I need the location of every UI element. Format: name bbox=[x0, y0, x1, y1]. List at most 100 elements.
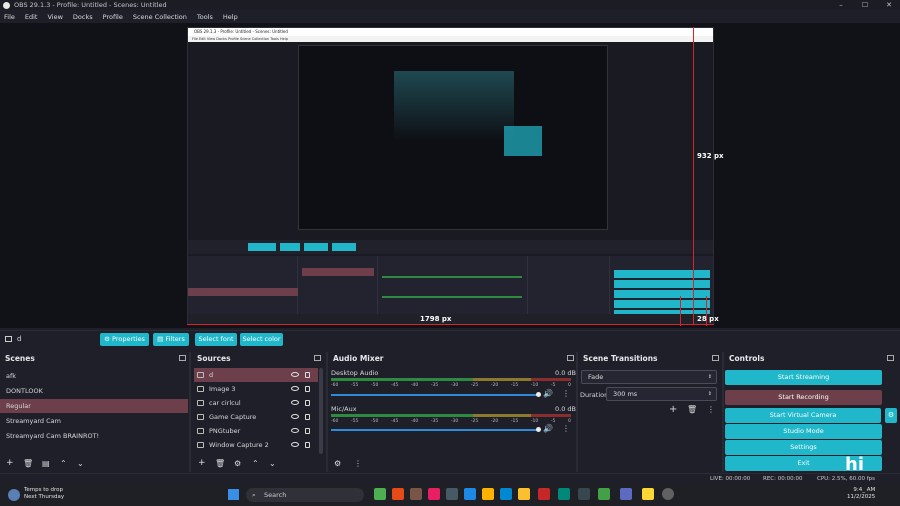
lock-icon[interactable] bbox=[305, 442, 310, 448]
taskbar-clock[interactable]: 9:4_ AM 11/2/2025 bbox=[847, 487, 875, 501]
move-source-down-icon[interactable]: ⌄ bbox=[269, 459, 276, 468]
minimize-button[interactable]: – bbox=[830, 0, 852, 10]
scenes-dock-float-icon[interactable] bbox=[179, 355, 186, 361]
virtual-camera-gear-icon[interactable]: ⚙ bbox=[885, 408, 897, 423]
taskbar-app-icon[interactable] bbox=[374, 488, 386, 500]
remove-transition-icon[interactable]: 🗑 bbox=[687, 405, 697, 414]
taskbar-app-icon[interactable] bbox=[558, 488, 570, 500]
menu-docks[interactable]: Docks bbox=[73, 11, 93, 23]
sources-dock-title: Sources bbox=[197, 354, 231, 363]
select-font-button[interactable]: Select font bbox=[195, 333, 237, 346]
obs-taskbar-icon[interactable] bbox=[662, 488, 674, 500]
move-scene-down-icon[interactable]: ⌄ bbox=[77, 459, 84, 468]
add-transition-button[interactable]: + bbox=[669, 404, 677, 415]
source-item[interactable]: Image 3 bbox=[194, 382, 318, 396]
mic-volume-slider[interactable] bbox=[331, 429, 538, 431]
transitions-dock-float-icon[interactable] bbox=[712, 355, 719, 361]
mic-audio-menu-icon[interactable]: ⋮ bbox=[562, 424, 570, 433]
menu-file[interactable]: File bbox=[4, 11, 15, 23]
windows-start-icon[interactable] bbox=[228, 489, 239, 500]
visibility-eye-icon[interactable] bbox=[291, 442, 299, 447]
sources-dock-float-icon[interactable] bbox=[314, 355, 321, 361]
lock-icon[interactable] bbox=[305, 400, 310, 406]
measure-label-width: 1798 px bbox=[420, 315, 452, 323]
source-item[interactable]: Game Capture bbox=[194, 410, 318, 424]
remove-scene-icon[interactable]: 🗑 bbox=[23, 459, 33, 468]
scene-item[interactable]: DONTLOOK bbox=[0, 384, 188, 398]
taskbar-search[interactable]: ⌕ Search bbox=[246, 488, 364, 502]
taskbar-app-icon[interactable] bbox=[538, 488, 550, 500]
menu-edit[interactable]: Edit bbox=[25, 11, 38, 23]
source-item-selected[interactable]: d bbox=[194, 368, 318, 382]
desktop-volume-knob[interactable] bbox=[536, 392, 541, 397]
close-button[interactable]: ✕ bbox=[878, 0, 900, 10]
menu-view[interactable]: View bbox=[47, 11, 62, 23]
move-source-up-icon[interactable]: ⌃ bbox=[252, 459, 259, 468]
studio-mode-button[interactable]: Studio Mode bbox=[725, 424, 882, 439]
move-scene-up-icon[interactable]: ⌃ bbox=[60, 459, 67, 468]
lock-icon[interactable] bbox=[305, 372, 310, 378]
taskbar-app-icon[interactable] bbox=[464, 488, 476, 500]
taskbar-app-icon[interactable] bbox=[446, 488, 458, 500]
lock-icon[interactable] bbox=[305, 386, 310, 392]
audio-dock-float-icon[interactable] bbox=[567, 355, 574, 361]
taskbar-app-icon[interactable] bbox=[598, 488, 610, 500]
taskbar-app-icon[interactable] bbox=[620, 488, 632, 500]
taskbar-app-icon[interactable] bbox=[428, 488, 440, 500]
weather-icon[interactable] bbox=[8, 489, 20, 501]
visibility-eye-icon[interactable] bbox=[291, 428, 299, 433]
menu-profile[interactable]: Profile bbox=[103, 11, 123, 23]
add-source-button[interactable]: + bbox=[198, 459, 206, 468]
taskbar-app-icon[interactable] bbox=[392, 488, 404, 500]
mic-meter-yellow bbox=[473, 414, 531, 417]
settings-button[interactable]: Settings bbox=[725, 440, 882, 455]
transition-properties-icon[interactable]: ⋮ bbox=[707, 405, 715, 414]
menu-scene-collection[interactable]: Scene Collection bbox=[133, 11, 187, 23]
remove-source-icon[interactable]: 🗑 bbox=[215, 459, 225, 468]
properties-button[interactable]: ⚙ Properties bbox=[100, 333, 149, 346]
advanced-audio-gear-icon[interactable]: ⚙ bbox=[334, 459, 341, 468]
desktop-volume-slider[interactable] bbox=[331, 394, 538, 396]
source-item[interactable]: car cirlcul bbox=[194, 396, 318, 410]
menu-tools[interactable]: Tools bbox=[197, 11, 213, 23]
audio-mixer-menu-icon[interactable]: ⋮ bbox=[354, 459, 362, 468]
add-scene-button[interactable]: + bbox=[6, 459, 14, 468]
source-item[interactable]: Window Capture 2 bbox=[194, 438, 318, 452]
desktop-audio-menu-icon[interactable]: ⋮ bbox=[562, 389, 570, 398]
transition-select[interactable]: Fade ⇕ bbox=[581, 370, 717, 384]
lock-icon[interactable] bbox=[305, 428, 310, 434]
taskbar-app-icon[interactable] bbox=[482, 488, 494, 500]
taskbar-app-icon[interactable] bbox=[410, 488, 422, 500]
taskbar-app-icon[interactable] bbox=[578, 488, 590, 500]
transition-value: Fade bbox=[588, 373, 604, 381]
maximize-button[interactable]: ☐ bbox=[854, 0, 876, 10]
visibility-eye-icon[interactable] bbox=[291, 386, 299, 391]
mic-speaker-icon[interactable]: 🔊 bbox=[543, 424, 553, 433]
source-properties-gear-icon[interactable]: ⚙ bbox=[234, 459, 241, 468]
desktop-speaker-icon[interactable]: 🔊 bbox=[543, 389, 553, 398]
taskbar-app-icon[interactable] bbox=[642, 488, 654, 500]
filters-button[interactable]: ▤ Filters bbox=[153, 333, 189, 346]
duration-input[interactable]: 300 ms ⇕ bbox=[606, 387, 717, 401]
source-item[interactable]: PNGtuber bbox=[194, 424, 318, 438]
scene-filters-icon[interactable]: ▤ bbox=[42, 459, 50, 468]
scene-item-selected[interactable]: Regular bbox=[0, 399, 188, 413]
taskbar-app-icon[interactable] bbox=[518, 488, 530, 500]
controls-dock-float-icon[interactable] bbox=[887, 355, 894, 361]
scene-item[interactable]: Streamyard Cam BRAINROT! bbox=[0, 429, 188, 443]
menu-help[interactable]: Help bbox=[223, 11, 238, 23]
taskbar-app-icon[interactable] bbox=[500, 488, 512, 500]
select-color-button[interactable]: Select color bbox=[240, 333, 283, 346]
visibility-eye-icon[interactable] bbox=[291, 414, 299, 419]
visibility-eye-icon[interactable] bbox=[291, 400, 299, 405]
start-recording-button[interactable]: Start Recording bbox=[725, 390, 882, 405]
start-streaming-button[interactable]: Start Streaming bbox=[725, 370, 882, 385]
scene-item[interactable]: afk bbox=[0, 369, 188, 383]
visibility-eye-icon[interactable] bbox=[291, 372, 299, 377]
start-virtual-camera-button[interactable]: Start Virtual Camera bbox=[725, 408, 881, 423]
lock-icon[interactable] bbox=[305, 414, 310, 420]
sources-scrollbar[interactable] bbox=[319, 368, 323, 454]
mic-volume-knob[interactable] bbox=[536, 427, 541, 432]
scene-item[interactable]: Streamyard Cam bbox=[0, 414, 188, 428]
weather-widget[interactable]: Temps to drop Next Thursday bbox=[24, 487, 64, 501]
